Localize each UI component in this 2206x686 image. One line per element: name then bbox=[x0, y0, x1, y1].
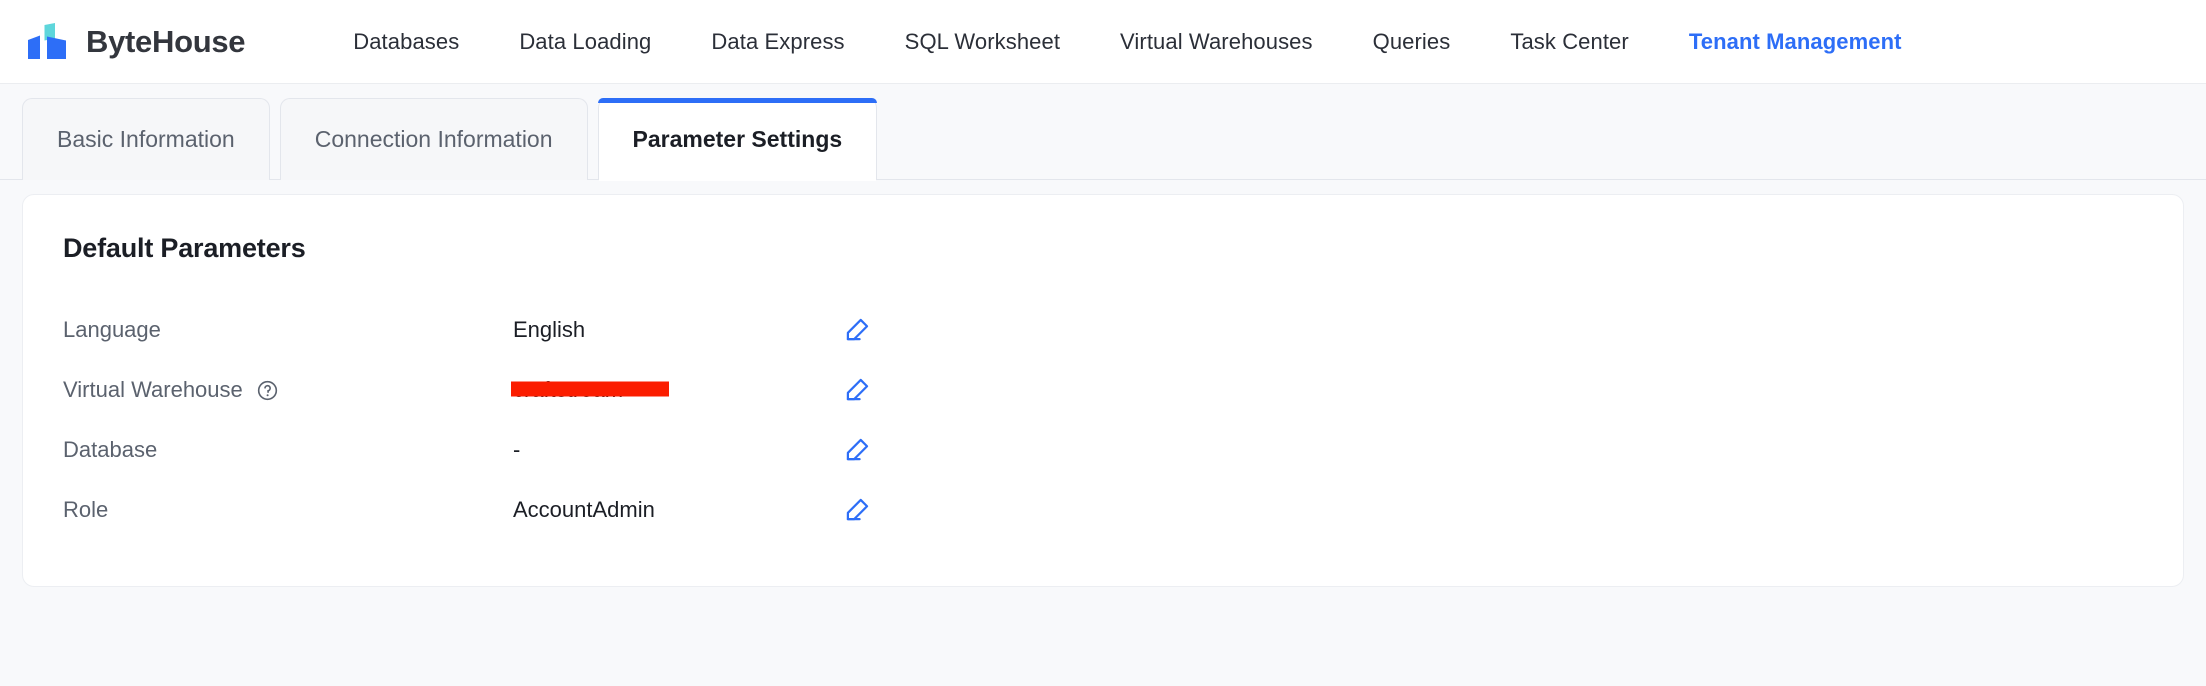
question-circle-icon[interactable] bbox=[256, 379, 279, 402]
table-row: Language English bbox=[63, 300, 2143, 360]
app-root: ByteHouse Databases Data Loading Data Ex… bbox=[0, 0, 2206, 686]
param-label-cell: Role bbox=[63, 480, 513, 540]
param-action-cell bbox=[843, 480, 2143, 540]
nav-item-task-center[interactable]: Task Center bbox=[1480, 0, 1658, 84]
card-title: Default Parameters bbox=[63, 233, 306, 263]
bytehouse-logo-icon bbox=[26, 22, 72, 61]
nav-item-list: Databases Data Loading Data Express SQL … bbox=[323, 0, 1931, 84]
brand-logo[interactable]: ByteHouse bbox=[26, 22, 246, 61]
nav-item-sql-worksheet[interactable]: SQL Worksheet bbox=[875, 0, 1090, 84]
parameters-table: Language English Virtual Warehouse craft… bbox=[63, 300, 2143, 540]
tab-bar: Basic Information Connection Information… bbox=[0, 84, 2206, 181]
param-value-role: AccountAdmin bbox=[513, 497, 655, 522]
param-value-virtual-warehouse: craftstream bbox=[513, 377, 624, 402]
table-row: Database - bbox=[63, 420, 2143, 480]
default-parameters-card: Default Parameters Language English Virt… bbox=[22, 194, 2184, 587]
nav-item-databases[interactable]: Databases bbox=[323, 0, 489, 84]
tab-parameter-settings[interactable]: Parameter Settings bbox=[597, 98, 878, 181]
table-row: Role AccountAdmin bbox=[63, 480, 2143, 540]
param-value-cell: - bbox=[513, 420, 843, 480]
param-action-cell bbox=[843, 360, 2143, 420]
nav-item-data-loading[interactable]: Data Loading bbox=[489, 0, 681, 84]
param-action-cell bbox=[843, 420, 2143, 480]
tab-connection-information[interactable]: Connection Information bbox=[279, 98, 588, 180]
content-area: Default Parameters Language English Virt… bbox=[0, 180, 2206, 587]
param-value-cell: AccountAdmin bbox=[513, 480, 843, 540]
param-value-language: English bbox=[513, 317, 586, 342]
tab-basic-information[interactable]: Basic Information bbox=[22, 98, 270, 180]
param-value-cell: craftstream bbox=[511, 360, 843, 420]
param-label-cell: Database bbox=[63, 420, 513, 480]
edit-pencil-icon-virtual-warehouse[interactable] bbox=[843, 376, 871, 404]
top-navigation-bar: ByteHouse Databases Data Loading Data Ex… bbox=[0, 0, 2206, 84]
edit-pencil-icon-database[interactable] bbox=[843, 436, 871, 464]
nav-item-virtual-warehouses[interactable]: Virtual Warehouses bbox=[1090, 0, 1343, 84]
param-label-cell: Virtual Warehouse bbox=[63, 360, 513, 420]
table-row: Virtual Warehouse craftstream bbox=[63, 360, 2143, 420]
param-label-virtual-warehouse: Virtual Warehouse bbox=[63, 377, 243, 402]
param-label-language: Language bbox=[63, 317, 161, 342]
brand-name: ByteHouse bbox=[86, 24, 246, 59]
edit-pencil-icon-language[interactable] bbox=[843, 316, 871, 344]
param-value-cell: English bbox=[513, 300, 843, 360]
edit-pencil-icon-role[interactable] bbox=[843, 496, 871, 524]
param-value-database: - bbox=[513, 437, 521, 462]
nav-item-data-express[interactable]: Data Express bbox=[681, 0, 874, 84]
param-label-database: Database bbox=[63, 437, 158, 462]
redacted-value-wrapper: craftstream bbox=[511, 377, 669, 403]
nav-item-queries[interactable]: Queries bbox=[1343, 0, 1481, 84]
param-action-cell bbox=[843, 300, 2143, 360]
param-label-role: Role bbox=[63, 497, 109, 522]
param-label-cell: Language bbox=[63, 300, 513, 360]
nav-item-tenant-management[interactable]: Tenant Management bbox=[1659, 0, 1932, 84]
